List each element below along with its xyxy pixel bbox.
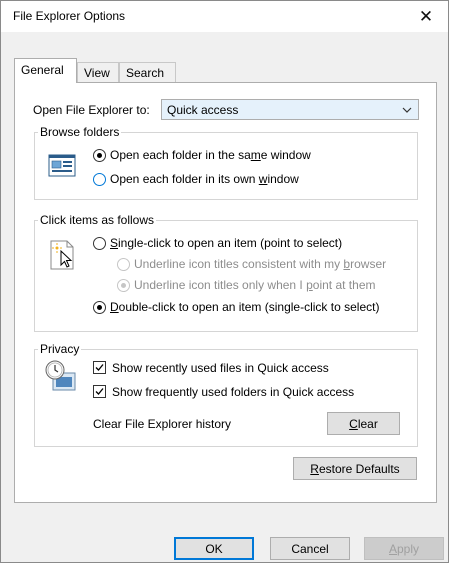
title-bar[interactable]: File Explorer Options ✕ (1, 1, 448, 32)
radio-same-window[interactable] (93, 149, 106, 162)
underline-point-label: Underline icon titles only when I point … (134, 278, 376, 292)
tab-general[interactable]: General (14, 58, 77, 83)
history-clock-icon (45, 360, 76, 391)
frequent-folders-label[interactable]: Show frequently used folders in Quick ac… (112, 385, 354, 399)
window-title: File Explorer Options (13, 9, 126, 23)
browse-folders-group: Browse folders (34, 125, 418, 200)
checkbox-recent-files[interactable] (93, 361, 106, 374)
privacy-title: Privacy (38, 342, 82, 356)
checkbox-frequent-folders[interactable] (93, 385, 106, 398)
tab-search-label: Search (126, 66, 165, 80)
underline-browser-label: Underline icon titles consistent with my… (134, 257, 387, 271)
browse-folders-icon (48, 154, 76, 177)
tab-view[interactable]: View (77, 62, 119, 82)
recent-files-label[interactable]: Show recently used files in Quick access (112, 361, 329, 375)
radio-double-click[interactable] (93, 301, 106, 314)
radio-single-click[interactable] (93, 237, 106, 250)
tab-general-label: General (21, 63, 64, 77)
open-explorer-to-dropdown[interactable]: Quick access (161, 99, 419, 120)
ok-button[interactable]: OK (174, 537, 254, 560)
same-window-label[interactable]: Open each folder in the same window (110, 148, 311, 162)
radio-underline-point (117, 279, 130, 292)
close-icon[interactable]: ✕ (404, 1, 448, 32)
apply-button: Apply (364, 537, 444, 560)
radio-underline-browser (117, 258, 130, 271)
open-explorer-to-label: Open File Explorer to: (33, 103, 150, 117)
cancel-button[interactable]: Cancel (270, 537, 350, 560)
own-window-label[interactable]: Open each folder in its own window (110, 172, 299, 186)
click-items-title: Click items as follows (38, 213, 157, 227)
open-explorer-to-value: Quick access (167, 103, 239, 117)
checkmark-icon (95, 364, 104, 371)
clear-history-button[interactable]: Clear (327, 412, 400, 435)
single-click-label[interactable]: Single-click to open an item (point to s… (110, 236, 342, 250)
chevron-down-icon (402, 107, 412, 113)
browse-folders-title: Browse folders (38, 125, 122, 139)
double-click-label[interactable]: Double-click to open an item (single-cli… (110, 300, 379, 314)
radio-own-window[interactable] (93, 173, 106, 186)
tab-search[interactable]: Search (119, 62, 176, 82)
file-explorer-options-dialog: File Explorer Options ✕ General View Sea… (0, 0, 449, 563)
checkmark-icon (95, 388, 104, 395)
pointer-click-icon (50, 240, 74, 270)
restore-defaults-button[interactable]: Restore Defaults (293, 457, 417, 480)
tab-view-label: View (84, 66, 110, 80)
clear-history-label: Clear File Explorer history (93, 417, 232, 431)
